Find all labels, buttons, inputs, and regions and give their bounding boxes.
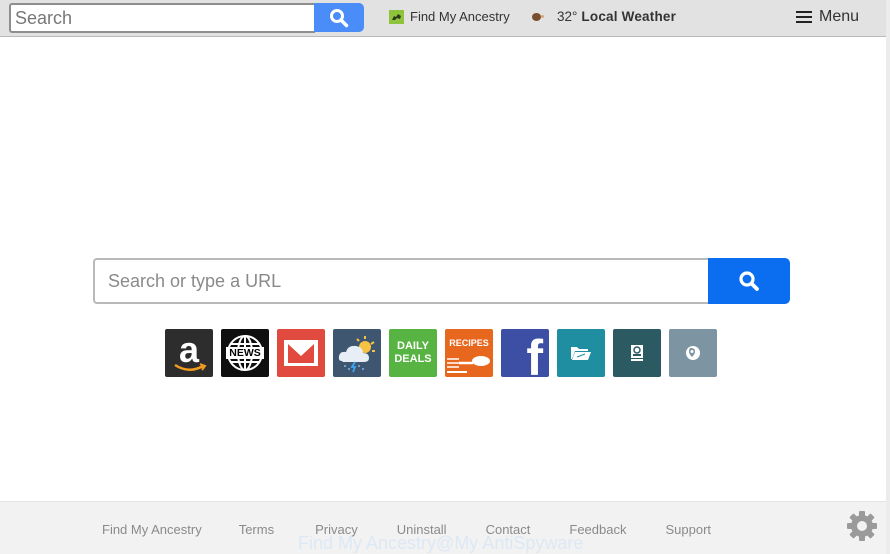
folder-open-icon [571,347,591,360]
daily-deals-line1: DAILY [397,340,429,352]
map-pin-globe-icon [686,346,700,360]
news-label: NEWS [229,346,261,359]
top-search-button[interactable] [314,3,364,32]
tile-facebook[interactable]: f [501,329,549,377]
weather-temperature: 32° [557,9,578,24]
weather-icon [531,12,544,22]
tile-daily-deals[interactable]: DAILY DEALS [389,329,437,377]
recipes-label: RECIPES [449,338,489,348]
menu-button[interactable]: Menu [796,8,859,26]
footer-link-support[interactable]: Support [665,522,711,537]
top-search-input[interactable] [9,3,315,33]
contact-book-icon [631,345,643,361]
settings-gear-icon[interactable] [846,510,878,542]
search-icon [330,8,349,27]
footer-link-terms[interactable]: Terms [239,522,274,537]
menu-label: Menu [819,8,860,25]
daily-deals-line2: DEALS [394,353,432,365]
find-my-ancestry-link[interactable]: Find My Ancestry [389,9,510,24]
tile-maps[interactable] [669,329,717,377]
weather-label: Local Weather [581,9,677,24]
tile-news[interactable]: NEWS [221,329,269,377]
local-weather-link[interactable]: 32° Local Weather [531,9,676,24]
tile-gmail[interactable] [277,329,325,377]
tile-recipes[interactable]: RECIPES [445,329,493,377]
main-search-input[interactable] [93,258,709,304]
watermark-text: Find My Ancestry@My AntiSpyware [298,533,584,553]
shortcut-tiles: a NEWS DAILY DEALS RECIPES f [165,329,717,377]
tile-weather[interactable] [333,329,381,377]
hamburger-icon [796,11,812,23]
tile-amazon[interactable]: a [165,329,213,377]
footer-link-find-my-ancestry[interactable]: Find My Ancestry [102,522,202,537]
search-icon [739,271,759,291]
tile-file-manager[interactable] [557,329,605,377]
tree-icon [389,9,404,24]
tile-contacts[interactable] [613,329,661,377]
top-bar: Find My Ancestry 32° Local Weather Menu [0,0,886,37]
main-search-button[interactable] [708,258,790,304]
amazon-smile-icon [174,363,207,371]
mail-icon [284,340,318,366]
facebook-icon: f [526,330,543,377]
fork-spoon-icon [447,356,490,373]
scrollbar[interactable] [886,0,890,554]
find-my-ancestry-label: Find My Ancestry [410,9,510,24]
storm-cloud-icon [338,336,375,373]
